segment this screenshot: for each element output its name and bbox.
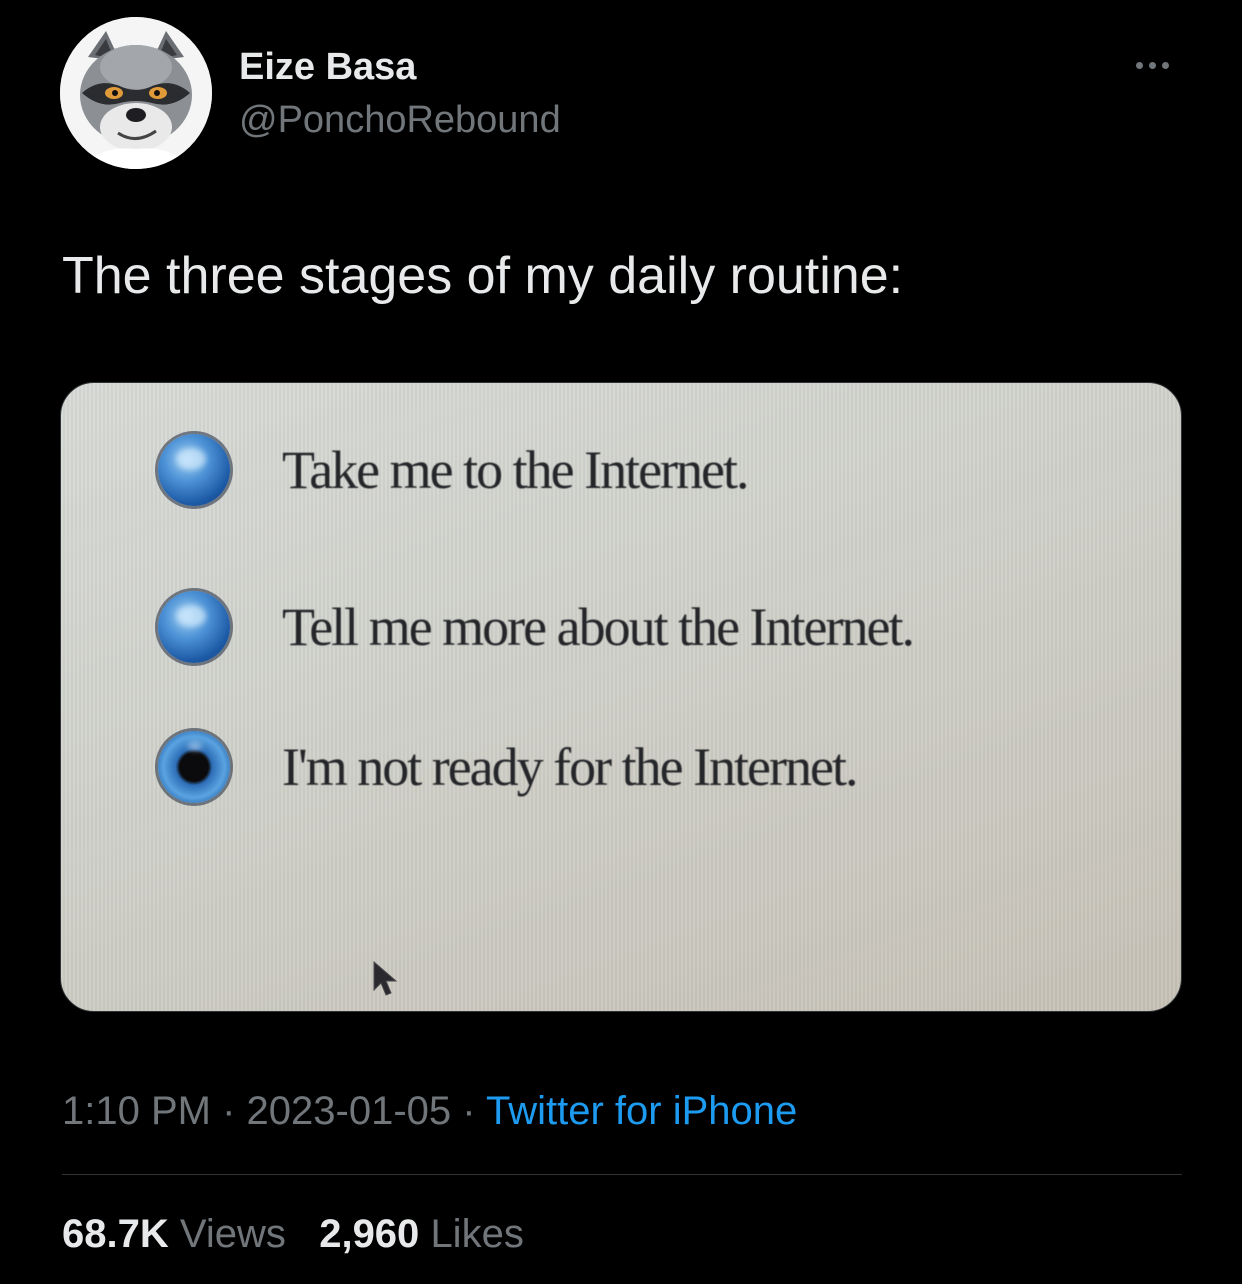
views-label: Views [179, 1212, 286, 1256]
more-options-button[interactable] [1124, 50, 1180, 80]
radio-button-icon [158, 434, 230, 506]
author-display-name[interactable]: Eize Basa [239, 44, 416, 90]
tweet-text: The three stages of my daily routine: [62, 247, 904, 305]
raccoon-avatar-icon[interactable] [60, 17, 212, 169]
avatar-image [60, 17, 212, 169]
mouse-pointer-icon [373, 960, 398, 996]
media-option-label: Take me to the Internet. [282, 440, 750, 500]
media-option-row: I'm not ready for the Internet. [158, 727, 858, 807]
tweet-date: 2023-01-05 [246, 1089, 452, 1133]
author-handle[interactable]: @PonchoRebound [239, 97, 561, 143]
media-option-row: Tell me more about the Internet. [158, 587, 915, 667]
divider [62, 1174, 1182, 1175]
likes-count: 2,960 [319, 1212, 420, 1256]
more-horizontal-icon-dot [1148, 61, 1156, 69]
likes-label: Likes [430, 1212, 524, 1256]
more-horizontal-icon [1135, 61, 1143, 69]
tweet-meta: 1:10 PM · 2023-01-05 · Twitter for iPhon… [62, 1086, 797, 1136]
meta-separator: · [222, 1089, 236, 1133]
tweet-time: 1:10 PM [62, 1089, 211, 1133]
media-option-row: Take me to the Internet. [158, 430, 750, 510]
tweet-source-link[interactable]: Twitter for iPhone [486, 1089, 797, 1133]
views-count: 68.7K [62, 1212, 169, 1256]
meta-separator: · [462, 1089, 476, 1133]
media-option-label: Tell me more about the Internet. [282, 597, 915, 657]
likes-stat[interactable]: 2,960 Likes [319, 1212, 524, 1256]
radio-button-icon [158, 591, 230, 663]
tweet-stats: 68.7K Views 2,960 Likes [62, 1209, 524, 1259]
radio-button-selected-icon [158, 731, 230, 803]
views-stat[interactable]: 68.7K Views [62, 1212, 286, 1256]
media-option-label: I'm not ready for the Internet. [282, 737, 858, 797]
more-horizontal-icon-dot [1161, 61, 1169, 69]
tweet-card: Eize Basa @PonchoRebound The three stage… [0, 0, 1242, 1284]
